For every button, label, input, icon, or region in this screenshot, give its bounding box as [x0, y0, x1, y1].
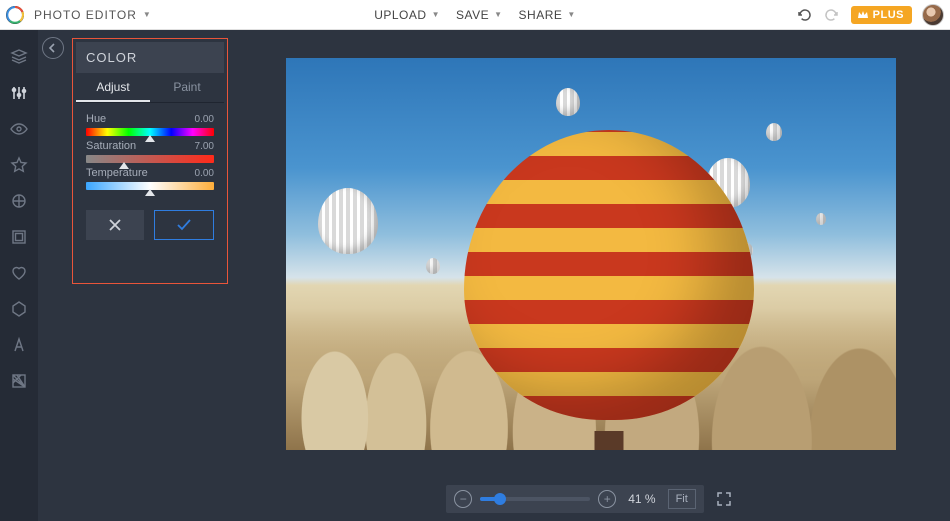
tool-rail	[0, 30, 38, 521]
zoom-fit-button[interactable]: Fit	[668, 489, 696, 509]
temperature-slider[interactable]: Temperature 0.00	[86, 167, 214, 190]
saturation-label: Saturation	[86, 140, 136, 152]
layers-icon[interactable]	[10, 48, 28, 66]
apply-button[interactable]	[154, 210, 214, 240]
tab-paint[interactable]: Paint	[150, 73, 224, 102]
heart-icon[interactable]	[10, 264, 28, 282]
undo-button[interactable]	[795, 6, 813, 24]
texture-icon[interactable]	[10, 372, 28, 390]
share-menu[interactable]: SHARE▼	[519, 8, 576, 22]
photo-balloon-small	[318, 188, 378, 254]
puzzle-icon[interactable]	[10, 192, 28, 210]
zoom-knob[interactable]	[494, 493, 506, 505]
cancel-button[interactable]	[86, 210, 144, 240]
user-avatar[interactable]	[922, 4, 944, 26]
hue-track[interactable]	[86, 128, 214, 136]
temperature-value: 0.00	[195, 168, 214, 179]
photo-canvas[interactable]	[286, 58, 896, 450]
plus-upgrade-button[interactable]: PLUS	[851, 6, 912, 24]
top-center-actions: UPLOAD▼ SAVE▼ SHARE▼	[374, 8, 576, 22]
saturation-value: 7.00	[195, 141, 214, 152]
shape-icon[interactable]	[10, 300, 28, 318]
canvas-area[interactable]	[232, 30, 950, 477]
panel-title: COLOR	[76, 42, 224, 73]
zoom-out-button[interactable]: −	[454, 490, 472, 508]
frame-icon[interactable]	[10, 228, 28, 246]
temperature-knob[interactable]	[145, 189, 155, 196]
panel-back-column	[38, 30, 68, 66]
upload-menu[interactable]: UPLOAD▼	[374, 8, 440, 22]
temperature-track[interactable]	[86, 182, 214, 190]
back-button[interactable]	[42, 37, 64, 59]
eye-icon[interactable]	[10, 120, 28, 138]
photo-balloon-basket	[595, 431, 624, 449]
saturation-slider[interactable]: Saturation 7.00	[86, 140, 214, 163]
hue-slider[interactable]: Hue 0.00	[86, 113, 214, 136]
save-menu[interactable]: SAVE▼	[456, 8, 503, 22]
dropdown-triangle-icon: ▼	[432, 10, 440, 19]
crown-icon	[857, 9, 869, 21]
dropdown-triangle-icon: ▼	[567, 10, 575, 19]
app-title: PHOTO EDITOR	[34, 8, 137, 22]
panel-tabs: Adjust Paint	[76, 73, 224, 103]
zoom-control: − + 41 % Fit	[446, 485, 704, 513]
saturation-track[interactable]	[86, 155, 214, 163]
panel-actions	[76, 200, 224, 250]
app-title-dropdown[interactable]: PHOTO EDITOR ▼	[34, 8, 152, 22]
saturation-knob[interactable]	[119, 162, 129, 169]
zoom-slider-track[interactable]	[480, 497, 590, 501]
redo-button[interactable]	[823, 6, 841, 24]
zoom-in-button[interactable]: +	[598, 490, 616, 508]
fullscreen-button[interactable]	[712, 487, 736, 511]
sliders-group: Hue 0.00 Saturation 7.00 Temperature 0.0…	[76, 103, 224, 200]
color-panel: COLOR Adjust Paint Hue 0.00 Saturation 7…	[76, 42, 224, 250]
app-logo	[6, 6, 24, 24]
photo-balloon-small	[556, 88, 580, 116]
top-right: PLUS	[795, 4, 944, 26]
zoom-percent: 41 %	[628, 492, 655, 506]
tab-adjust[interactable]: Adjust	[76, 73, 150, 102]
hue-value: 0.00	[195, 114, 214, 125]
photo-balloon-small	[816, 213, 826, 225]
photo-balloon-small	[766, 123, 782, 141]
close-icon	[108, 218, 122, 232]
check-icon	[176, 218, 192, 232]
sliders-icon[interactable]	[10, 84, 28, 102]
hue-label: Hue	[86, 113, 106, 125]
zoom-bar: − + 41 % Fit	[232, 477, 950, 521]
text-icon[interactable]	[10, 336, 28, 354]
star-icon[interactable]	[10, 156, 28, 174]
dropdown-triangle-icon: ▼	[143, 10, 152, 19]
top-bar: PHOTO EDITOR ▼ UPLOAD▼ SAVE▼ SHARE▼ PLUS	[0, 0, 950, 30]
dropdown-triangle-icon: ▼	[494, 10, 502, 19]
photo-balloon-small	[426, 258, 440, 274]
temperature-label: Temperature	[86, 167, 148, 179]
hue-knob[interactable]	[145, 135, 155, 142]
